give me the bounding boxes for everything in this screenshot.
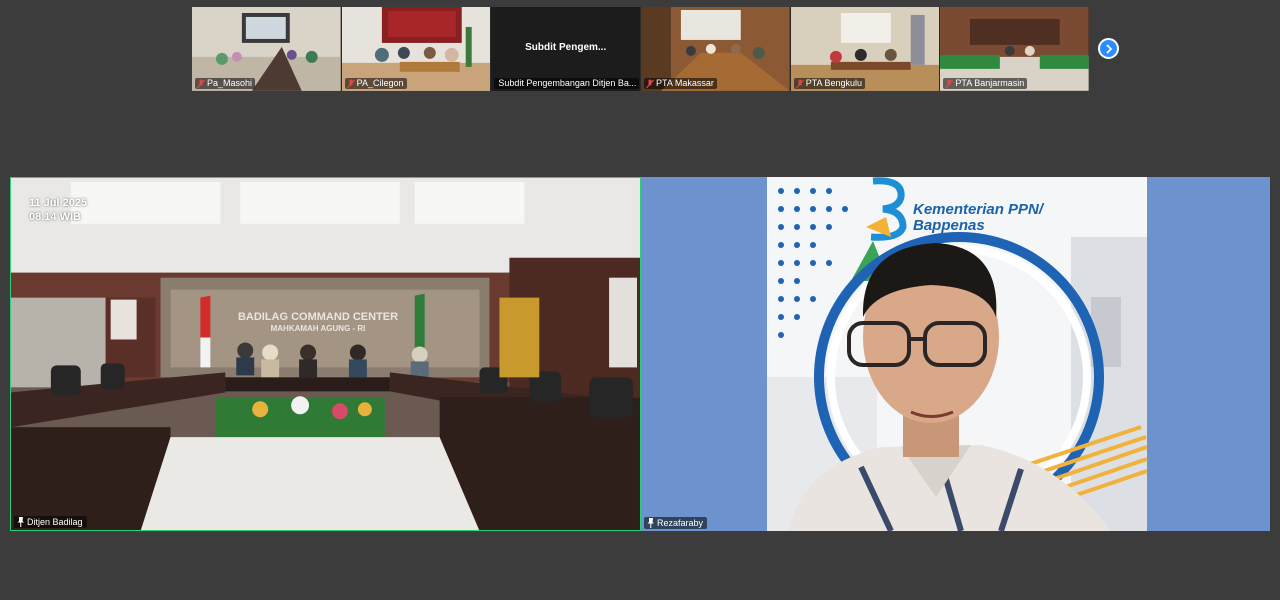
participant-name: PTA Bengkulu: [805, 78, 863, 88]
participant-name-tag: Rezafaraby: [644, 517, 708, 529]
participant-center-label: Subdit Pengem...: [525, 42, 607, 53]
participant-name-tag: PA_Cilegon: [344, 78, 407, 89]
participant-thumbnail[interactable]: Subdit Pengem... Subdit Pengembangan Dit…: [491, 7, 642, 91]
backdrop-sign: BADILAG COMMAND CENTER MAHKAMAH AGUNG - …: [233, 311, 403, 335]
chevron-right-icon: [1105, 43, 1112, 54]
participant-thumbnail[interactable]: PTA Bengkulu: [790, 7, 941, 91]
mic-muted-icon: [197, 79, 205, 88]
mic-muted-icon: [346, 79, 355, 88]
mic-muted-icon: [646, 79, 654, 88]
participant-name-tag: PTA Makassar: [644, 78, 717, 89]
participant-thumbnail[interactable]: PA_Cilegon: [341, 7, 492, 91]
timestamp-date: 11 Jul 2025: [29, 197, 88, 209]
participant-thumbnail[interactable]: PTA Banjarmasin: [940, 7, 1090, 91]
background-logo-text: Kementerian PPN/ Bappenas: [913, 202, 1043, 234]
participant-name: Pa_Masohi: [207, 78, 253, 88]
participant-name-tag: PTA Banjarmasin: [943, 78, 1028, 89]
participant-thumbnail-strip: Pa_Masohi PA_Cilegon Subdit Pengem... Su…: [192, 7, 1090, 91]
video-timestamp: 11 Jul 2025 08.14 WIB: [29, 196, 87, 224]
participant-name-tag: Subdit Pengembangan Ditjen Ba...: [494, 78, 640, 89]
pin-icon: [17, 517, 24, 527]
participant-name: PA_Cilegon: [356, 78, 404, 88]
participant-thumbnail[interactable]: Pa_Masohi: [192, 7, 342, 91]
video-feed: [11, 178, 640, 530]
mic-muted-icon: [795, 79, 804, 88]
background-logo-line2: Bappenas: [913, 217, 985, 234]
mic-muted-icon: [945, 79, 954, 88]
participant-name: Subdit Pengembangan Ditjen Ba...: [498, 78, 637, 88]
backdrop-sign-title: BADILAG COMMAND CENTER: [237, 311, 399, 323]
active-speaker-video-tile[interactable]: 11 Jul 2025 08.14 WIB BADILAG COMMAND CE…: [10, 177, 641, 531]
pin-icon: [647, 518, 654, 528]
participant-thumbnail[interactable]: PTA Makassar: [641, 7, 791, 91]
participant-name-tag: Ditjen Badilag: [14, 516, 87, 528]
participant-video-tile[interactable]: Kementerian PPN/ Bappenas Rezafaraby: [641, 177, 1270, 531]
participant-name-tag: PTA Bengkulu: [793, 78, 866, 89]
participant-name: Ditjen Badilag: [27, 517, 83, 527]
next-page-button[interactable]: [1098, 38, 1119, 59]
participant-name: Rezafaraby: [657, 518, 704, 528]
backdrop-sign-subtitle: MAHKAMAH AGUNG - RI: [270, 324, 366, 333]
participant-name: PTA Makassar: [656, 78, 714, 88]
timestamp-time: 08.14 WIB: [29, 211, 81, 223]
participant-name-tag: Pa_Masohi: [195, 78, 256, 89]
background-logo-line1: Kementerian PPN/: [913, 201, 1044, 218]
participant-name: PTA Banjarmasin: [955, 78, 1025, 88]
